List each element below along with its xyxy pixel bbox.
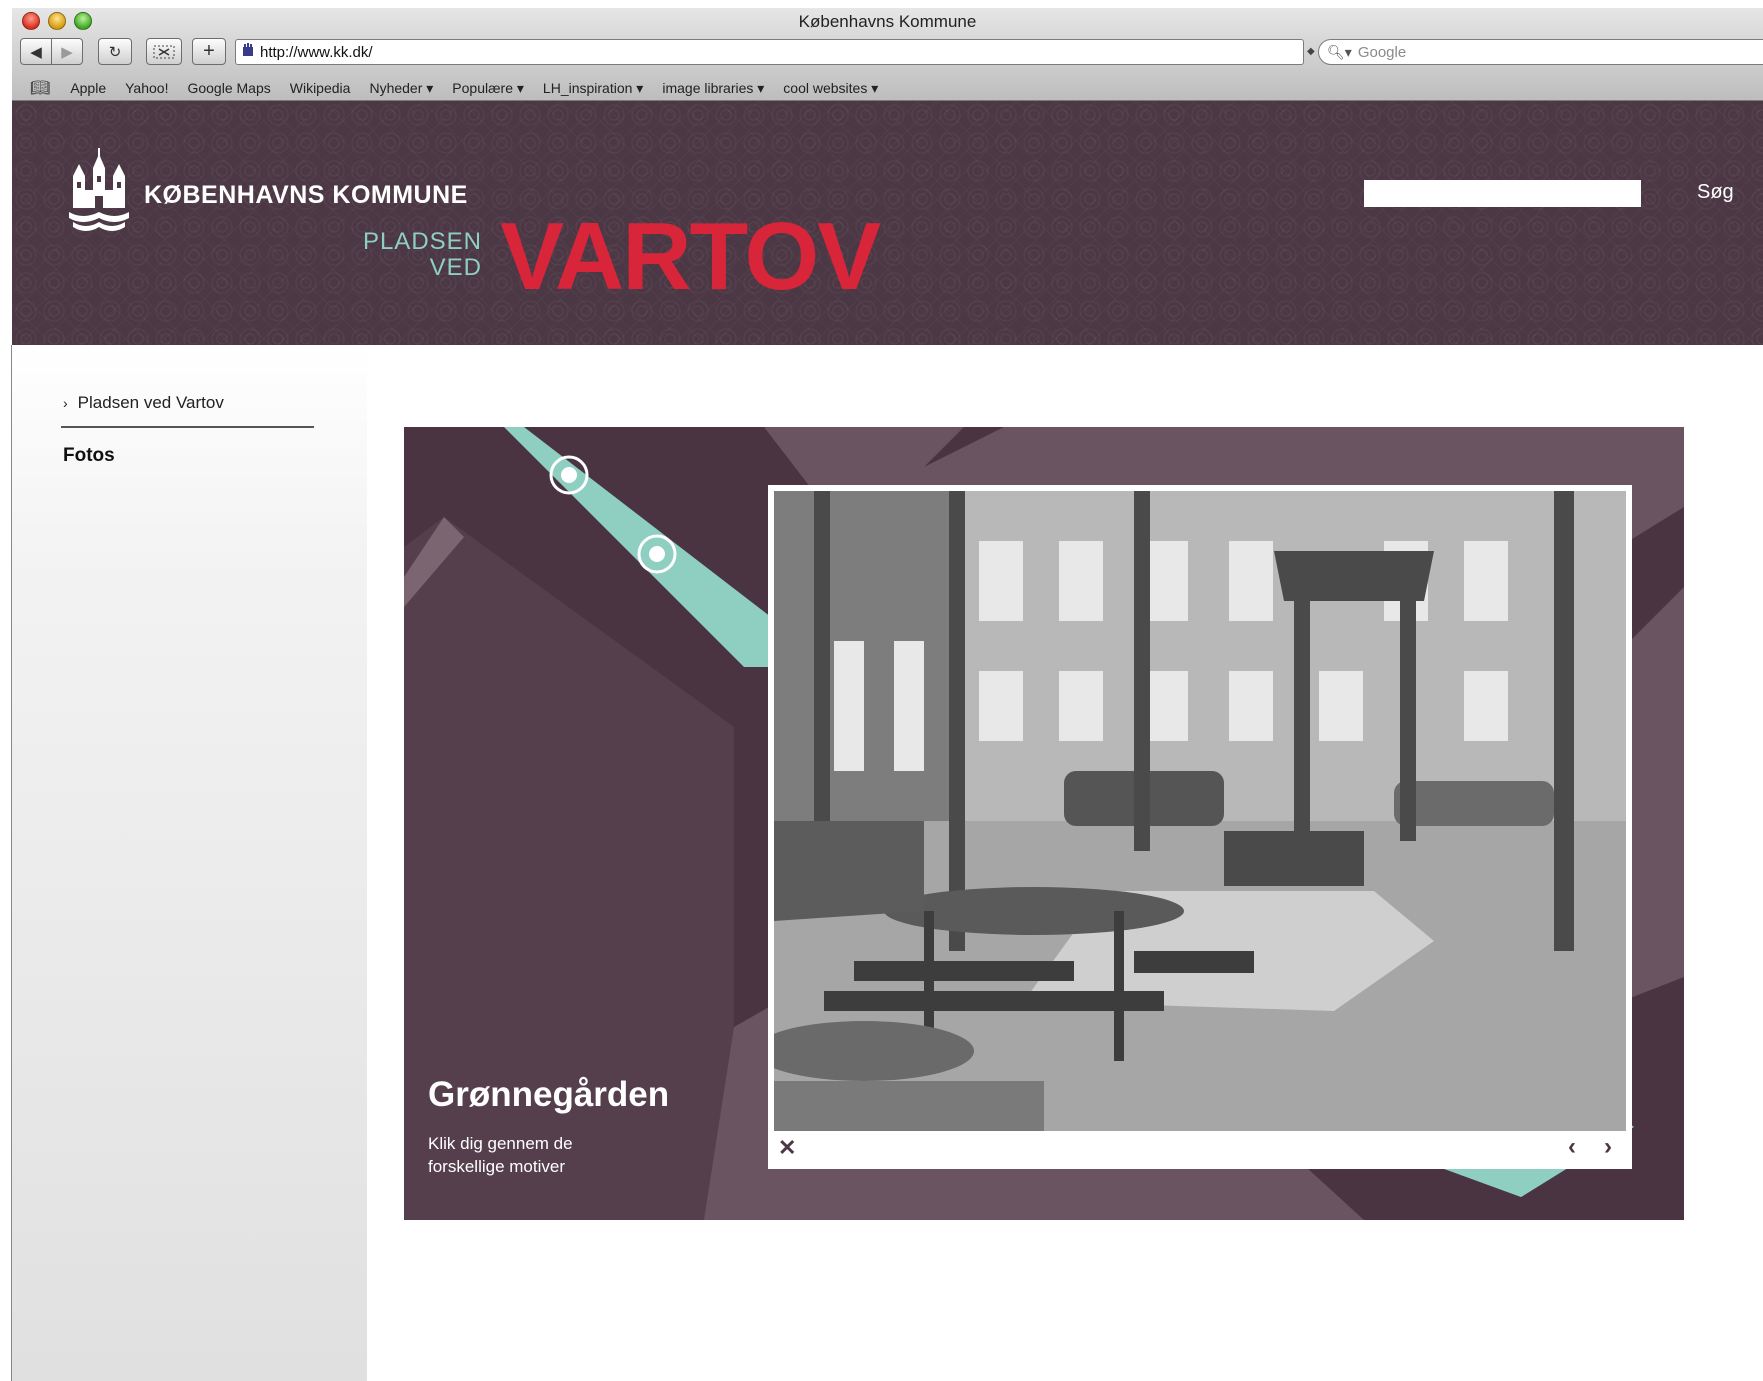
forward-arrow-icon: ▶	[61, 43, 73, 61]
reload-button[interactable]: ↻	[98, 38, 132, 65]
back-arrow-icon: ◀	[30, 43, 42, 61]
place-line-2: VED	[429, 254, 482, 281]
window-title: Københavns Kommune	[798, 12, 977, 31]
book-icon[interactable]: 📖︎	[30, 78, 50, 98]
photo-gallery: Grønnegården Klik dig gennem de forskell…	[404, 427, 1684, 1220]
previous-photo-button[interactable]: ‹	[1568, 1133, 1576, 1161]
plus-icon: +	[203, 40, 215, 62]
bookmark-apple[interactable]: Apple	[70, 80, 106, 96]
organisation-name[interactable]: KØBENHAVNS KOMMUNE	[144, 181, 468, 210]
sidebar-item-pladsen-ved-vartov[interactable]: › Pladsen ved Vartov	[63, 393, 224, 413]
forward-button[interactable]: ▶	[51, 38, 83, 65]
site-search-button[interactable]: Søg	[1697, 181, 1734, 204]
site-header: KØBENHAVNS KOMMUNE PLADSEN VED VARTOV Sø…	[12, 101, 1763, 345]
browser-chrome: Københavns Kommune ◀ ▶ ↻ + http://www.kk…	[12, 8, 1763, 101]
place-subtitle: PLADSEN VED	[352, 229, 482, 281]
photo-viewer: ✕ ‹ ›	[768, 485, 1632, 1169]
search-placeholder: Google	[1357, 43, 1407, 61]
sidebar-divider	[61, 426, 314, 428]
bookmark-folder-lh-inspiration[interactable]: LH_inspiration ▾	[543, 80, 643, 97]
chevron-right-icon: ›	[63, 395, 68, 411]
back-button[interactable]: ◀	[20, 38, 52, 65]
add-bookmark-button[interactable]: +	[192, 38, 226, 65]
photo-caption-text: Klik dig gennem de forskellige motiver	[428, 1134, 573, 1176]
address-dropdown-icon[interactable]: ◆	[1307, 46, 1315, 57]
sidebar: › Pladsen ved Vartov Fotos	[12, 345, 367, 1381]
bookmark-folder-nyheder[interactable]: Nyheder ▾	[369, 80, 433, 97]
bookmark-folder-image-libraries[interactable]: image libraries ▾	[662, 80, 764, 97]
url-text: http://www.kk.dk/	[260, 43, 373, 61]
reload-icon: ↻	[108, 43, 122, 61]
bookmark-google-maps[interactable]: Google Maps	[187, 80, 270, 96]
bookmark-wikipedia[interactable]: Wikipedia	[290, 80, 351, 96]
courtyard-photo-illustration	[774, 491, 1626, 1131]
copenhagen-crest-logo[interactable]	[67, 146, 131, 236]
browser-search-input[interactable]: 🔍︎▾ Google	[1318, 39, 1763, 65]
close-gallery-button[interactable]: ✕	[778, 1135, 796, 1161]
place-line-1: PLADSEN	[362, 228, 482, 255]
sidebar-item-fotos[interactable]: Fotos	[63, 445, 115, 467]
magnifier-icon: 🔍︎▾	[1327, 43, 1352, 60]
favicon-crest-icon	[242, 43, 254, 61]
bookmarks-bar: 📖︎ Apple Yahoo! Google Maps Wikipedia Ny…	[30, 78, 897, 98]
bookmark-folder-populaere[interactable]: Populære ▾	[452, 80, 524, 97]
bookmark-folder-cool-websites[interactable]: cool websites ▾	[783, 80, 878, 97]
scissors-icon	[153, 45, 175, 58]
courtyard-photo[interactable]	[774, 491, 1626, 1131]
place-title: VARTOV	[500, 203, 881, 310]
next-photo-button[interactable]: ›	[1604, 1133, 1612, 1161]
web-clip-button[interactable]	[146, 38, 182, 65]
bookmark-yahoo[interactable]: Yahoo!	[125, 80, 168, 96]
address-bar[interactable]: http://www.kk.dk/	[235, 39, 1304, 65]
sidebar-item-label: Pladsen ved Vartov	[77, 393, 224, 412]
photo-caption-title: Grønnegården	[428, 1075, 670, 1114]
site-search-input[interactable]	[1364, 180, 1641, 207]
